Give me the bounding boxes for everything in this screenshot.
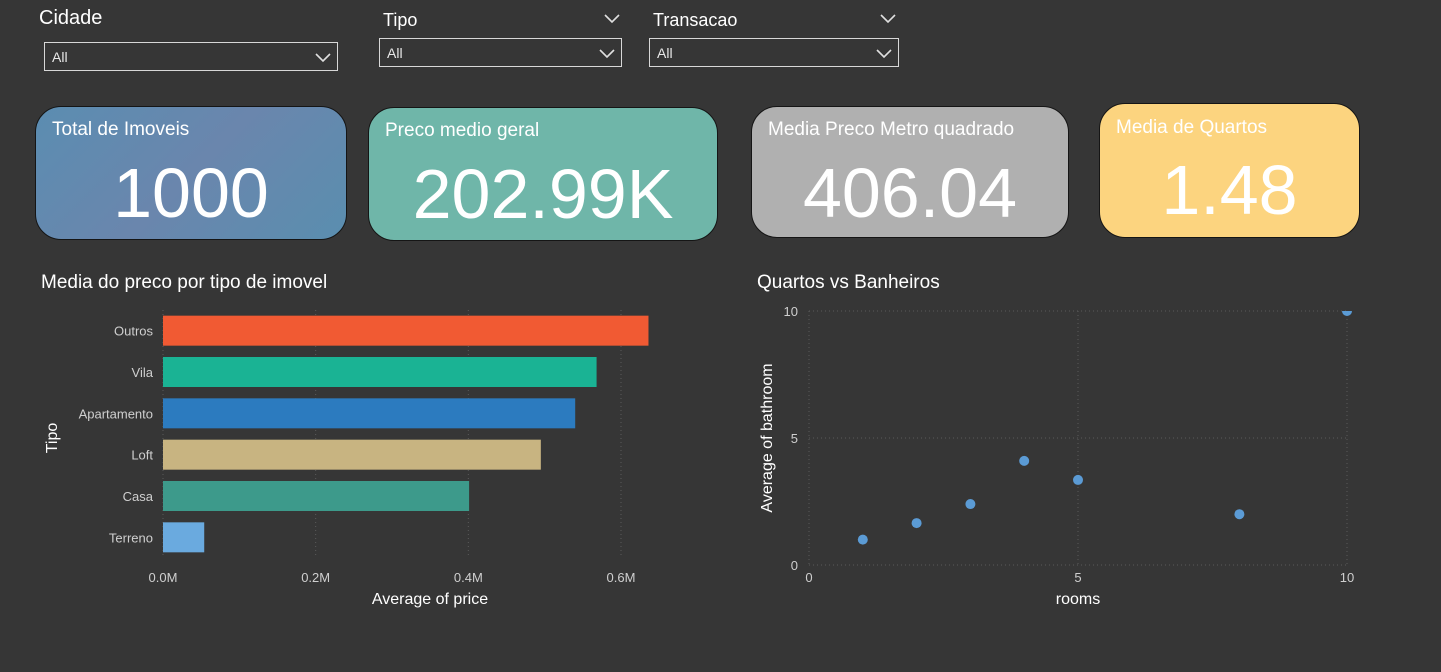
scatter-point [1019, 455, 1030, 466]
scatter-point [965, 499, 976, 510]
scatter-chart-title: Quartos vs Banheiros [757, 272, 940, 293]
bar-category-label: Casa [123, 489, 154, 504]
bar-x-tick-label: 0.0M [149, 570, 178, 585]
cidade-slicer-title: Cidade [39, 7, 103, 29]
preco-medio-label: Preco medio geral [385, 120, 540, 141]
media-quartos-card: Media de Quartos 1.48 [1099, 103, 1360, 238]
scatter-point [857, 534, 868, 545]
bar-x-tick-label: 0.4M [454, 570, 483, 585]
scatter-y-axis-label: Average of bathroom [759, 363, 776, 512]
dashboard: Cidade All Tipo All Transacao All Total … [0, 0, 1441, 672]
preco-m2-card: Media Preco Metro quadrado 406.04 [751, 106, 1069, 238]
media-quartos-label: Media de Quartos [1116, 117, 1268, 138]
bar-outros [163, 315, 649, 346]
chevron-down-icon[interactable] [880, 12, 896, 24]
scatter-y-tick-label: 5 [791, 431, 798, 446]
preco-m2-label: Media Preco Metro quadrado [768, 119, 1015, 140]
scatter-point [1073, 474, 1083, 485]
scatter-y-tick-label: 10 [784, 304, 798, 319]
total-imoveis-card: Total de Imoveis 1000 [35, 106, 347, 240]
cidade-dropdown-value: All [52, 49, 68, 65]
scatter-x-tick-label: 0 [805, 570, 812, 585]
chevron-down-icon [599, 49, 615, 59]
tipo-slicer-title: Tipo [383, 10, 418, 30]
scatter-points [857, 311, 1352, 545]
scatter-x-tick-label: 10 [1340, 570, 1354, 585]
media-quartos-value: 1.48 [1161, 151, 1298, 229]
scatter-x-tick-label: 5 [1074, 570, 1081, 585]
bar-terreno [163, 522, 205, 553]
bar-casa [163, 481, 470, 511]
total-imoveis-value: 1000 [113, 154, 269, 232]
bar-loft [163, 439, 541, 470]
chevron-down-icon[interactable] [604, 12, 620, 24]
scatter-point [911, 518, 922, 529]
bar-category-label: Vila [132, 365, 154, 380]
bar-y-axis-label: Tipo [44, 423, 61, 454]
bar-chart: 0.0M 0.2M 0.4M 0.6M Outros Vila Apartamento Lof… [44, 310, 649, 608]
total-imoveis-label: Total de Imoveis [52, 119, 190, 140]
scatter-y-tick-label: 0 [791, 558, 798, 573]
transacao-dropdown[interactable]: All [649, 38, 899, 67]
scatter-x-axis-label: rooms [1056, 591, 1100, 608]
preco-m2-value: 406.04 [802, 154, 1018, 232]
bar-category-label: Loft [131, 448, 153, 463]
chevron-down-icon [876, 49, 892, 59]
bar-x-axis-label: Average of price [372, 591, 488, 608]
chevron-down-icon [315, 53, 331, 63]
scatter-point [1234, 509, 1245, 520]
tipo-dropdown[interactable]: All [379, 38, 622, 67]
bar-category-label: Apartamento [79, 406, 153, 421]
transacao-slicer-title: Transacao [653, 10, 738, 30]
bar-x-tick-label: 0.6M [607, 570, 636, 585]
bar-chart-title: Media do preco por tipo de imovel [41, 272, 328, 293]
bar-vila [163, 357, 597, 387]
tipo-dropdown-value: All [387, 45, 403, 61]
preco-medio-value: 202.99K [412, 155, 674, 233]
transacao-dropdown-value: All [657, 45, 673, 61]
scatter-point [1342, 311, 1352, 316]
bar-category-label: Outros [114, 324, 154, 339]
bar-x-tick-label: 0.2M [301, 570, 330, 585]
cidade-dropdown[interactable]: All [44, 42, 338, 71]
bar-apartamento [163, 398, 576, 429]
preco-medio-card: Preco medio geral 202.99K [368, 107, 718, 241]
scatter-chart: 0 5 10 0 5 10 rooms Average of bathroom [759, 304, 1354, 608]
bar-category-label: Terreno [109, 530, 153, 545]
